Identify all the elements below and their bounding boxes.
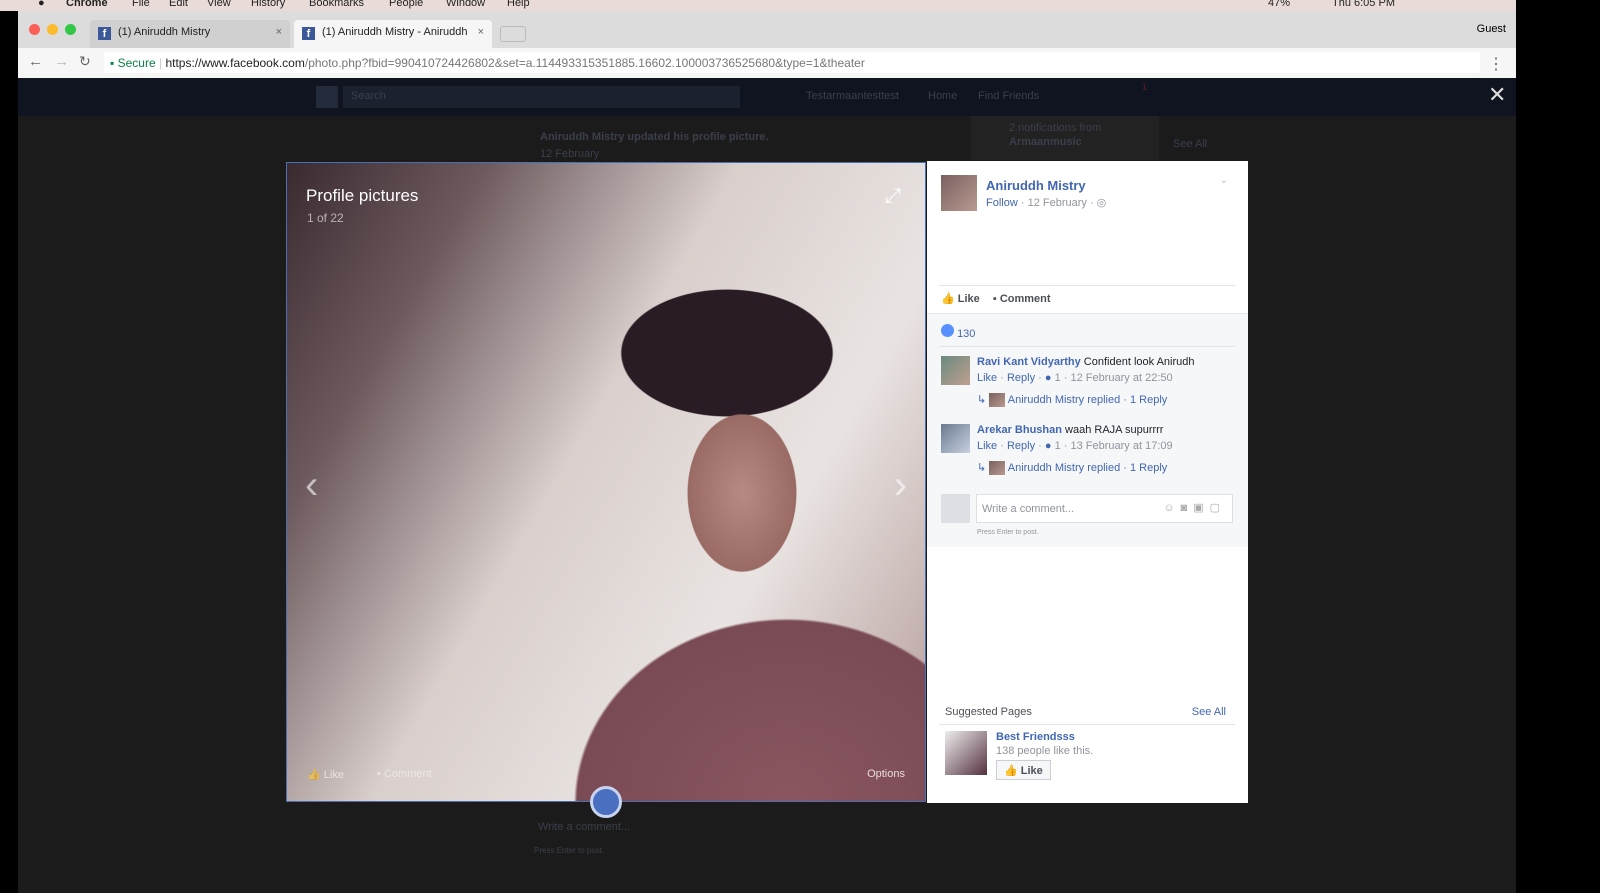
photo-counter: 1 of 22 (307, 211, 344, 225)
battery-status: 47% (1268, 0, 1291, 9)
previous-photo-icon[interactable]: ‹ (305, 463, 318, 508)
screen-recorder-icon (590, 786, 622, 818)
replies-link[interactable]: ↳ Aniruddh Mistry replied · 1 Reply (977, 461, 1167, 476)
like-button[interactable]: 👍 Like (941, 293, 980, 305)
menu-edit[interactable]: Edit (169, 0, 188, 9)
bg-press-enter: Press Enter to post. (534, 846, 605, 855)
likes-count[interactable]: 130 (941, 324, 975, 340)
globe-icon: ◎ (1096, 197, 1107, 209)
menu-people[interactable]: People (389, 0, 423, 9)
see-all-link[interactable]: See All (1192, 706, 1226, 718)
minimize-window-button[interactable] (47, 24, 58, 35)
comment-reactions[interactable]: 1 (1055, 372, 1061, 384)
my-avatar (941, 494, 970, 523)
comments-section: 130 Ravi Kant Vidyarthy Confident look A… (927, 313, 1248, 547)
tab-title: (1) Aniruddh Mistry (118, 26, 211, 38)
menu-history[interactable]: History (251, 0, 285, 9)
photo-options-button[interactable]: Options (867, 768, 905, 780)
facebook-icon: f (302, 27, 315, 40)
reload-icon[interactable]: ↻ (79, 53, 91, 70)
post-date[interactable]: · 12 February · (1021, 197, 1094, 209)
comment-like-link[interactable]: Like (977, 372, 997, 384)
photo-side-panel: Aniruddh Mistry Follow · 12 February · ◎… (927, 161, 1248, 803)
photo-comment-button[interactable]: ▪ Comment (377, 768, 432, 780)
comment-date[interactable]: · 13 February at 17:09 (1064, 440, 1173, 452)
author-avatar[interactable] (941, 175, 977, 211)
author-name[interactable]: Aniruddh Mistry (986, 178, 1086, 193)
suggested-pages-title: Suggested Pages (945, 706, 1032, 718)
find-friends-link[interactable]: Find Friends (978, 90, 1039, 102)
url-input[interactable]: ▪ Secure | https://www.facebook.com/phot… (104, 52, 1480, 73)
close-theater-icon[interactable]: ✕ (1488, 82, 1506, 108)
comment-reactions[interactable]: 1 (1055, 440, 1061, 452)
profile-photo[interactable]: Profile pictures 1 of 22 ⤢ ‹ › 👍 Like ▪ … (286, 162, 926, 802)
album-title[interactable]: Profile pictures (306, 186, 418, 206)
facebook-logo (316, 86, 338, 108)
new-tab-button[interactable] (500, 26, 526, 42)
menu-kebab-icon[interactable]: ⋮ (1488, 54, 1504, 74)
page-avatar[interactable] (945, 731, 987, 775)
close-tab-icon[interactable]: × (478, 26, 484, 38)
menu-file[interactable]: File (132, 0, 150, 9)
url-path: /photo.php?fbid=990410724426802&set=a.11… (304, 56, 865, 70)
menu-bookmarks[interactable]: Bookmarks (309, 0, 364, 9)
page-like-button[interactable]: 👍 Like (996, 760, 1051, 780)
commenter-name[interactable]: Ravi Kant Vidyarthy (977, 356, 1081, 368)
comment-button[interactable]: ▪ Comment (993, 293, 1051, 305)
commenter-avatar[interactable] (941, 424, 970, 453)
tab-2-active[interactable]: f (1) Aniruddh Mistry - Aniruddh × (294, 20, 492, 48)
facebook-topbar: Search Testarmaantesttest Home Find Frie… (18, 78, 1516, 116)
page-likes: 138 people like this. (996, 745, 1094, 757)
press-enter-hint: Press Enter to post. (977, 529, 1039, 536)
profile-link[interactable]: Testarmaantesttest (806, 90, 899, 102)
address-bar-row: ← → ↻ ▪ Secure | https://www.facebook.co… (18, 48, 1516, 78)
forward-icon[interactable]: → (54, 53, 69, 70)
menu-app[interactable]: Chrome (66, 0, 108, 9)
follow-link[interactable]: Follow (986, 197, 1018, 209)
lock-icon: ▪ (110, 56, 115, 70)
notification-popup[interactable]: 2 notifications from Armaanmusic (971, 116, 1159, 160)
secure-label: Secure (117, 56, 156, 70)
story-text: Aniruddh Mistry updated his profile pict… (540, 131, 769, 143)
comment-date[interactable]: · 12 February at 22:50 (1064, 372, 1173, 384)
menu-help[interactable]: Help (507, 0, 530, 9)
fullscreen-icon[interactable]: ⤢ (885, 185, 901, 208)
search-input[interactable]: Search (343, 86, 740, 108)
story-date: 12 February (540, 148, 600, 160)
close-window-button[interactable] (29, 24, 40, 35)
comment-reply-link[interactable]: Reply (1007, 372, 1035, 384)
url-host: https://www.facebook.com (165, 56, 305, 70)
back-icon[interactable]: ← (28, 53, 43, 70)
notification-badge: 1 (1142, 82, 1148, 92)
comment-attach-icons[interactable]: ☺◙▣▢ (1163, 501, 1226, 514)
commenter-avatar[interactable] (941, 356, 970, 385)
photo-like-button[interactable]: 👍 Like (307, 768, 344, 781)
tab-title: (1) Aniruddh Mistry - Aniruddh (322, 26, 467, 38)
mac-menubar: ● Chrome File Edit View History Bookmark… (0, 0, 1516, 11)
close-tab-icon[interactable]: × (276, 26, 282, 38)
comment-text: Confident look Anirudh (1083, 356, 1195, 368)
clock: Thu 6:05 PM (1332, 0, 1395, 9)
profile-guest[interactable]: Guest (1477, 23, 1506, 35)
comment-reply-link[interactable]: Reply (1007, 440, 1035, 452)
apple-icon[interactable]: ● (38, 0, 45, 9)
comment-input[interactable]: Write a comment... ☺◙▣▢ (976, 494, 1233, 523)
commenter-name[interactable]: Arekar Bhushan (977, 424, 1062, 436)
menu-view[interactable]: View (207, 0, 231, 9)
facebook-icon: f (98, 27, 111, 40)
replies-link[interactable]: ↳ Aniruddh Mistry replied · 1 Reply (977, 393, 1167, 408)
home-link[interactable]: Home (928, 90, 957, 102)
maximize-window-button[interactable] (65, 24, 76, 35)
chevron-down-icon[interactable]: ⌄ (1220, 175, 1228, 186)
page-name[interactable]: Best Friendsss (996, 731, 1075, 743)
see-all-bg: See All (1173, 138, 1208, 150)
tab-1[interactable]: f (1) Aniruddh Mistry × (90, 20, 290, 48)
next-photo-icon[interactable]: › (894, 463, 907, 508)
menu-window[interactable]: Window (446, 0, 485, 9)
browser-chrome: f (1) Aniruddh Mistry × f (1) Aniruddh M… (18, 11, 1516, 78)
comment-text: waah RAJA supurrrr (1065, 424, 1164, 436)
bg-comment-input: Write a comment... (538, 821, 631, 833)
comment-like-link[interactable]: Like (977, 440, 997, 452)
